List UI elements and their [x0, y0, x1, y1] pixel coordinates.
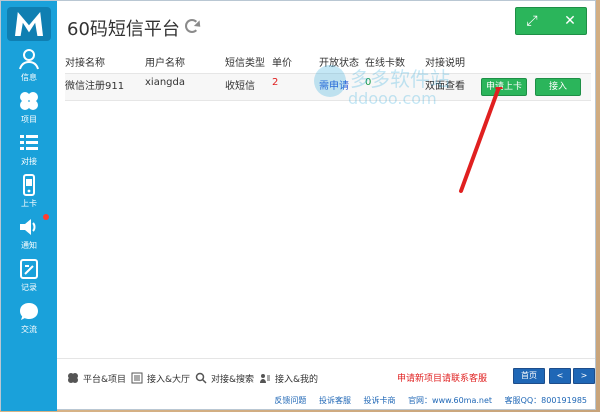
list-icon — [20, 135, 38, 150]
sidebar-item-chat[interactable]: 交流 — [1, 297, 57, 337]
sidebar-item-label: 信息 — [21, 73, 37, 82]
quick-link-label: 接入&我的 — [275, 374, 319, 385]
col-header-type: 短信类型 — [225, 58, 265, 69]
pager-first-button[interactable]: 首页 — [513, 368, 545, 384]
footer-links: 反馈问题 投诉客服 投诉卡商 官网：www.60ma.net 客服QQ：8001… — [57, 395, 587, 407]
watermark-domain: ddooo.com — [348, 89, 437, 108]
cell-name: 微信注册911 — [65, 81, 125, 92]
app-title: 60码短信平台 — [67, 19, 180, 40]
sidebar-item-label: 记录 — [21, 283, 37, 292]
sidebar-item-label: 通知 — [21, 241, 37, 250]
footer-link-complain-service[interactable]: 投诉客服 — [319, 396, 351, 405]
close-icon[interactable]: ✕ — [560, 11, 580, 31]
watermark-title: 多多软件站 — [350, 67, 450, 91]
sidebar-item-card[interactable]: 上卡 — [1, 171, 57, 211]
logo-mark — [15, 12, 43, 36]
list-icon — [131, 372, 143, 384]
sidebar-item-info[interactable]: 信息 — [1, 45, 57, 85]
annotation-arrow-icon — [459, 87, 503, 193]
sidebar-item-notify[interactable]: 通知 — [1, 213, 57, 253]
sidebar-item-label: 交流 — [21, 325, 37, 334]
clover-icon — [68, 373, 78, 383]
quick-link-search[interactable]: 对接&搜索 — [195, 371, 254, 385]
app-logo — [7, 7, 51, 41]
bottom-bar: 平台&项目 接入&大厅 对接&搜索 接入&我的 申请新项目请联系客服 首页 < … — [57, 358, 595, 409]
cell-user: xiangda — [145, 77, 185, 88]
quick-link-hall[interactable]: 接入&大厅 — [131, 371, 190, 385]
quick-link-platform[interactable]: 平台&项目 — [67, 371, 126, 385]
title-bar: 60码短信平台 ⤢ ✕ — [57, 1, 595, 49]
sidebar-item-records[interactable]: 记录 — [1, 255, 57, 295]
quick-link-mine[interactable]: 接入&我的 — [259, 371, 318, 385]
user-list-icon — [260, 374, 270, 383]
col-header-price: 单价 — [272, 58, 292, 69]
sidebar-item-label: 项目 — [21, 115, 37, 124]
sidebar-item-connect[interactable]: 对接 — [1, 129, 57, 169]
pager-next-button[interactable]: > — [573, 368, 595, 384]
col-header-name: 对接名称 — [65, 58, 105, 69]
person-icon — [19, 49, 39, 70]
main-window: 信息 项目 对接 上卡 通知 记录 交流 60码短信平台 ⤢ ✕ 对接名称 用户… — [0, 0, 596, 411]
notification-dot — [43, 214, 49, 220]
footer-link-complain-card[interactable]: 投诉卡商 — [364, 396, 396, 405]
clover-icon — [20, 92, 38, 110]
quick-link-label: 接入&大厅 — [147, 374, 191, 385]
speaker-icon — [20, 219, 36, 235]
restore-icon[interactable]: ⤢ — [522, 11, 542, 31]
sidebar-item-label: 上卡 — [21, 199, 37, 208]
phone-icon — [23, 174, 35, 196]
cell-type: 收短信 — [225, 81, 255, 92]
sidebar-item-projects[interactable]: 项目 — [1, 87, 57, 127]
quick-link-label: 对接&搜索 — [211, 374, 255, 385]
search-icon — [195, 372, 207, 384]
apply-project-notice[interactable]: 申请新项目请联系客服 — [397, 371, 487, 384]
footer-link-website[interactable]: 官网：www.60ma.net — [408, 396, 492, 405]
notebook-icon — [20, 259, 38, 279]
footer-link-qq[interactable]: 客服QQ：800191985 — [505, 396, 587, 405]
pager-prev-button[interactable]: < — [549, 368, 571, 384]
chat-icon — [20, 303, 38, 320]
col-header-user: 用户名称 — [145, 58, 185, 69]
window-controls: ⤢ ✕ — [515, 7, 587, 35]
watermark-logo-icon — [314, 65, 346, 97]
cell-price: 2 — [272, 77, 279, 88]
sidebar-item-label: 对接 — [21, 157, 37, 166]
quick-link-label: 平台&项目 — [83, 374, 127, 385]
sidebar: 信息 项目 对接 上卡 通知 记录 交流 — [1, 1, 57, 411]
footer-link-feedback[interactable]: 反馈问题 — [274, 396, 306, 405]
refresh-icon[interactable] — [185, 19, 199, 33]
